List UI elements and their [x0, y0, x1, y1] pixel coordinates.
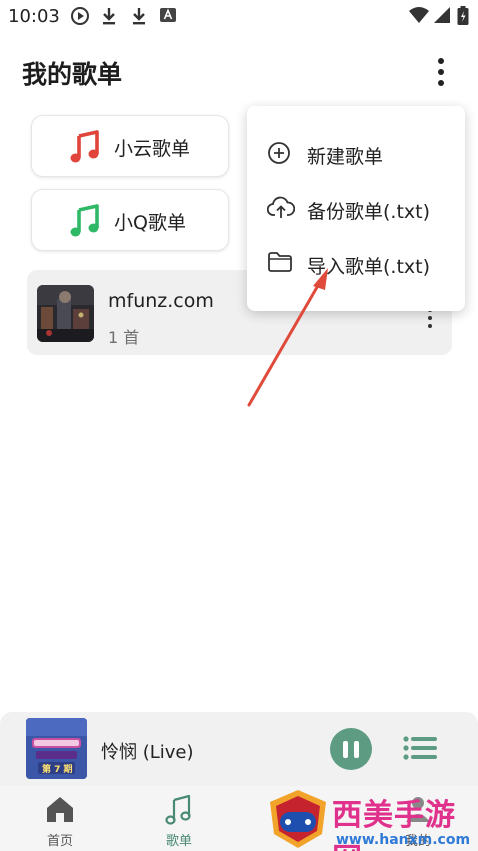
nav-item-playlist[interactable]: 歌单 [129, 786, 229, 851]
font-icon [159, 6, 177, 28]
playlist-card-xiaoyun[interactable]: 小云歌单 [31, 115, 229, 177]
download-icon [100, 6, 118, 30]
playlist-song-count: 1 首 [108, 328, 140, 347]
watermark-url: www.hanxm.com [336, 832, 471, 848]
status-bar: 10:03 [0, 0, 478, 34]
status-time: 10:03 [8, 6, 60, 27]
cover-text: 第 7 期 [42, 765, 73, 775]
menu-item-label: 新建歌单 [307, 146, 384, 168]
more-vertical-icon [438, 58, 444, 64]
playlist-options-menu: 新建歌单 备份歌单(.txt) 导入歌单(.txt) [247, 106, 465, 311]
menu-item-label: 导入歌单(.txt) [307, 256, 431, 278]
watermark: 西美手游网 www.hanxm.com [266, 788, 478, 851]
nav-item-label: 首页 [46, 834, 73, 849]
pause-icon [343, 740, 348, 758]
music-note-icon [70, 204, 100, 242]
now-playing-cover: 第 7 期 [26, 718, 87, 779]
playlist-card-label: 小云歌单 [114, 138, 191, 160]
nav-item-label: 歌单 [165, 834, 192, 849]
watermark-logo [270, 790, 326, 848]
folder-icon [267, 251, 293, 277]
battery-icon [457, 6, 469, 30]
playlist-more-button[interactable] [426, 308, 434, 328]
playlist-name: mfunz.com [108, 290, 214, 312]
playlist-queue-icon[interactable] [403, 735, 437, 765]
download-icon [130, 6, 148, 30]
play-circle-icon [70, 6, 90, 30]
nav-item-home[interactable]: 首页 [10, 786, 110, 851]
add-circle-icon [267, 141, 291, 169]
menu-item-label: 备份歌单(.txt) [307, 201, 431, 223]
music-note-icon [70, 130, 100, 168]
wifi-icon [408, 6, 430, 28]
signal-icon [433, 6, 451, 28]
home-icon [44, 794, 76, 828]
menu-item-new-playlist[interactable]: 新建歌单 [247, 128, 465, 180]
playlist-cover-image [37, 285, 94, 342]
playlist-card-label: 小Q歌单 [114, 212, 186, 234]
now-playing-title: 怜悯 (Live) [101, 742, 194, 763]
more-options-button[interactable] [426, 54, 456, 90]
mini-player[interactable]: 第 7 期 怜悯 (Live) [0, 712, 478, 786]
cloud-upload-icon [266, 196, 296, 224]
music-note-icon [163, 794, 195, 830]
playlist-card-xiaoq[interactable]: 小Q歌单 [31, 189, 229, 251]
page-title: 我的歌单 [22, 60, 123, 89]
pause-button[interactable] [330, 728, 372, 770]
menu-item-import-playlist[interactable]: 导入歌单(.txt) [247, 238, 465, 290]
menu-item-backup-playlist[interactable]: 备份歌单(.txt) [247, 183, 465, 235]
